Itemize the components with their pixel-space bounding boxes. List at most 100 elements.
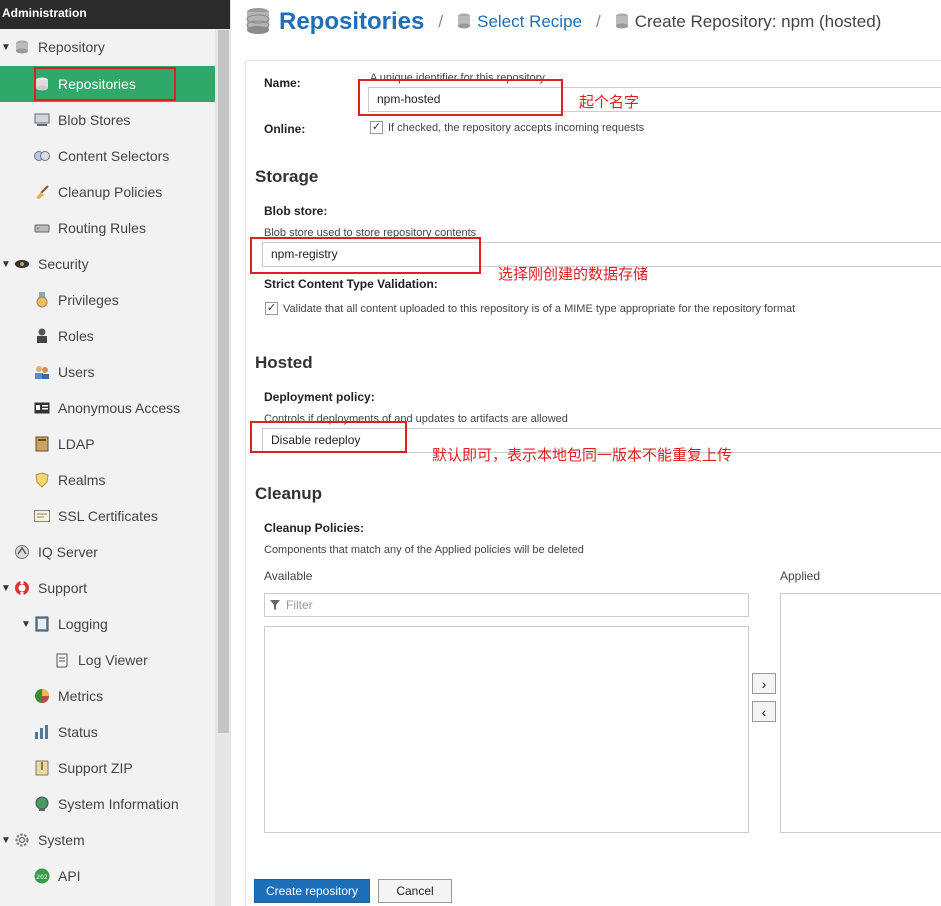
sidebar-item-system[interactable]: ▼ System [0,822,215,858]
sidebar-item-cleanup-policies[interactable]: Cleanup Policies [0,174,215,210]
applied-label: Applied [780,569,821,583]
sidebar-item-status[interactable]: Status [0,714,215,750]
pie-chart-icon [34,688,50,704]
gear-icon [14,832,30,848]
sidebar-item-repository[interactable]: ▼ Repository [0,29,215,65]
breadcrumb-separator: / [596,12,601,31]
sidebar-item-roles[interactable]: Roles [0,318,215,354]
available-list[interactable] [264,626,749,833]
sidebar-item-label: Security [38,256,89,272]
main-content: Repositories / Select Recipe / Create Re… [231,0,941,906]
caret-down-icon[interactable]: ▼ [0,583,12,594]
filter-placeholder: Filter [286,598,313,612]
cleanup-policies-help: Components that match any of the Applied… [264,544,584,556]
sidebar-item-label: Blob Stores [58,112,131,128]
book-icon [34,436,50,452]
lifebuoy-icon [14,580,30,596]
server-icon [34,112,50,128]
svg-text:202: 202 [36,874,48,881]
create-repository-button[interactable]: Create repository [254,879,370,903]
sidebar-item-label: IQ Server [38,544,98,560]
sidebar-item-privileges[interactable]: Privileges [0,282,215,318]
sidebar-item-label: API [58,868,81,884]
sidebar-item-blob-stores[interactable]: Blob Stores [0,102,215,138]
caret-down-icon[interactable]: ▼ [0,42,12,53]
filter-icon [270,600,280,610]
cancel-button[interactable]: Cancel [378,879,452,903]
globe-icon [34,796,50,812]
caret-down-icon[interactable]: ▼ [0,835,12,846]
online-checkbox[interactable]: ✓ [370,121,383,134]
admin-sidebar: Administration ▼ Repository Repositories… [0,0,231,906]
sidebar-item-routing-rules[interactable]: Routing Rules [0,210,215,246]
sidebar-item-label: LDAP [58,436,95,452]
sidebar-item-label: System Information [58,796,179,812]
sidebar-item-label: Logging [58,616,108,632]
sidebar-item-metrics[interactable]: Metrics [0,678,215,714]
sidebar-item-api[interactable]: 202 API [0,858,215,894]
annotation-deploy-note: 默认即可，表示本地包同一版本不能重复上传 [432,446,733,464]
sidebar-item-label: SSL Certificates [58,508,158,524]
spy-icon [14,256,30,272]
sidebar-item-label: Privileges [58,292,119,308]
sidebar-item-anonymous-access[interactable]: Anonymous Access [0,390,215,426]
sidebar-item-logging[interactable]: ▼ Logging [0,606,215,642]
id-card-icon [34,400,50,416]
storage-section-title: Storage [255,167,319,186]
selector-icon [34,148,50,164]
applied-list[interactable] [780,593,941,833]
sidebar-item-label: Users [58,364,95,380]
database-icon [245,7,271,38]
caret-down-icon[interactable]: ▼ [0,259,12,270]
hosted-section-title: Hosted [255,353,313,372]
sidebar-scroll-thumb[interactable] [218,30,229,733]
sidebar-item-support-zip[interactable]: Support ZIP [0,750,215,786]
move-right-button[interactable]: › [752,673,776,694]
filter-field[interactable]: Filter [264,593,749,617]
sidebar-item-realms[interactable]: Realms [0,462,215,498]
name-label: Name: [264,76,301,90]
sidebar-item-iq-server[interactable]: IQ Server [0,534,215,570]
blob-store-help: Blob store used to store repository cont… [264,227,477,239]
broom-icon [34,184,50,200]
sidebar-item-security[interactable]: ▼ Security [0,246,215,282]
sidebar-item-ldap[interactable]: LDAP [0,426,215,462]
certificate-icon [34,508,50,524]
sidebar-item-label: Content Selectors [58,148,170,164]
sidebar-item-label: Status [58,724,98,740]
iq-server-icon [14,544,30,560]
sidebar-item-content-selectors[interactable]: Content Selectors [0,138,215,174]
create-repository-form: Name: A unique identifier for this repos… [245,60,941,906]
strict-validation-checkbox-row[interactable]: ✓ Validate that all content uploaded to … [265,302,795,315]
breadcrumb: Repositories / Select Recipe / Create Re… [231,0,941,44]
strict-validation-label: Strict Content Type Validation: [264,277,438,291]
name-input[interactable]: npm-hosted [368,87,941,112]
scroll-icon [54,652,70,668]
strict-validation-checkbox[interactable]: ✓ [265,302,278,315]
page-title[interactable]: Repositories [279,8,424,36]
online-checkbox-row[interactable]: ✓ If checked, the repository accepts inc… [370,121,644,134]
api-icon: 202 [34,868,50,884]
log-book-icon [34,616,50,632]
sidebar-item-label: Anonymous Access [58,400,181,416]
zip-icon [34,760,50,776]
name-help: A unique identifier for this repository [370,72,545,84]
blob-store-label: Blob store: [264,204,328,218]
online-help: If checked, the repository accepts incom… [388,121,645,134]
sidebar-item-label: Support ZIP [58,760,133,776]
router-icon [34,220,50,236]
database-icon [14,39,30,55]
caret-down-icon[interactable]: ▼ [20,619,32,630]
breadcrumb-link-select-recipe[interactable]: Select Recipe [477,12,582,32]
sidebar-item-repositories[interactable]: Repositories [0,66,215,102]
sidebar-item-support[interactable]: ▼ Support [0,570,215,606]
sidebar-item-users[interactable]: Users [0,354,215,390]
role-icon [34,328,50,344]
deployment-policy-help: Controls if deployments of and updates t… [264,413,568,425]
sidebar-item-label: Realms [58,472,106,488]
sidebar-item-system-information[interactable]: System Information [0,786,215,822]
sidebar-item-log-viewer[interactable]: Log Viewer [0,642,215,678]
move-left-button[interactable]: ‹ [752,701,776,722]
sidebar-item-ssl-certificates[interactable]: SSL Certificates [0,498,215,534]
sidebar-item-label: Roles [58,328,94,344]
